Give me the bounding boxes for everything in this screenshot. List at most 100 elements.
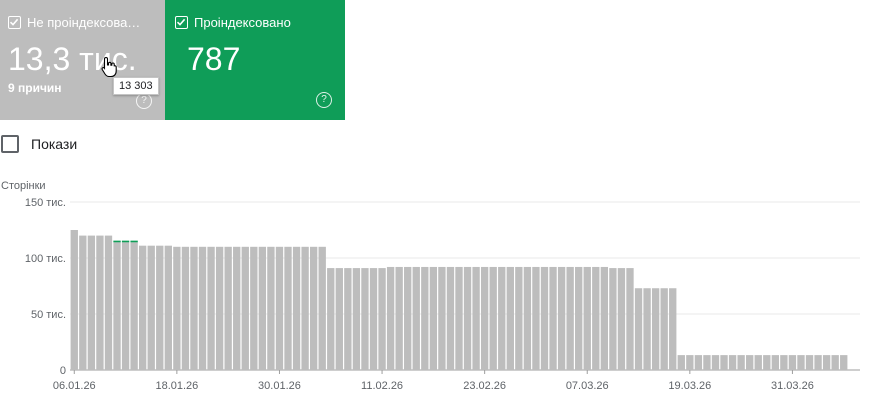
bar[interactable] bbox=[421, 266, 429, 370]
bar[interactable] bbox=[634, 288, 643, 370]
bar[interactable] bbox=[523, 266, 532, 370]
bar[interactable] bbox=[207, 246, 215, 370]
checkbox-checked-icon[interactable] bbox=[175, 16, 188, 29]
bar[interactable] bbox=[840, 355, 848, 370]
bar[interactable] bbox=[438, 266, 446, 370]
bar[interactable] bbox=[344, 268, 352, 370]
bar-indexed[interactable] bbox=[130, 240, 138, 243]
bar[interactable] bbox=[737, 355, 745, 370]
bar[interactable] bbox=[626, 268, 634, 370]
bar[interactable] bbox=[87, 235, 96, 370]
bar[interactable] bbox=[190, 246, 198, 370]
bar[interactable] bbox=[643, 288, 651, 370]
bar[interactable] bbox=[412, 266, 420, 370]
bar[interactable] bbox=[369, 268, 378, 370]
bar[interactable] bbox=[797, 355, 805, 370]
bar[interactable] bbox=[309, 246, 318, 370]
bar[interactable] bbox=[113, 242, 121, 370]
bar[interactable] bbox=[386, 266, 395, 370]
bar[interactable] bbox=[515, 266, 523, 370]
bar[interactable] bbox=[677, 355, 685, 370]
impressions-toggle[interactable]: Покази bbox=[1, 135, 77, 153]
bar[interactable] bbox=[156, 245, 164, 370]
bar[interactable] bbox=[746, 355, 754, 370]
bar[interactable] bbox=[788, 355, 797, 370]
bar[interactable] bbox=[506, 266, 514, 370]
bar[interactable] bbox=[96, 235, 104, 370]
bar[interactable] bbox=[822, 355, 831, 370]
bar[interactable] bbox=[198, 246, 207, 370]
bar[interactable] bbox=[233, 246, 241, 370]
bar[interactable] bbox=[284, 246, 292, 370]
bar[interactable] bbox=[275, 246, 284, 370]
bar[interactable] bbox=[480, 266, 489, 370]
bar[interactable] bbox=[79, 235, 87, 370]
impressions-checkbox[interactable] bbox=[1, 135, 19, 153]
bar[interactable] bbox=[250, 246, 258, 370]
bar[interactable] bbox=[489, 266, 497, 370]
bar[interactable] bbox=[472, 266, 480, 370]
bar[interactable] bbox=[583, 266, 591, 370]
bar[interactable] bbox=[215, 246, 224, 370]
bar[interactable] bbox=[549, 266, 557, 370]
bar[interactable] bbox=[669, 288, 677, 370]
bar[interactable] bbox=[318, 246, 326, 370]
bar[interactable] bbox=[352, 268, 361, 370]
bar[interactable] bbox=[711, 355, 720, 370]
bar[interactable] bbox=[446, 266, 455, 370]
bar-indexed[interactable] bbox=[121, 240, 130, 243]
bar[interactable] bbox=[532, 266, 540, 370]
bar-indexed[interactable] bbox=[113, 240, 121, 243]
bar[interactable] bbox=[660, 288, 668, 370]
bar[interactable] bbox=[686, 355, 694, 370]
bar[interactable] bbox=[780, 355, 788, 370]
bar[interactable] bbox=[70, 230, 78, 370]
bar[interactable] bbox=[267, 246, 275, 370]
bar[interactable] bbox=[121, 242, 130, 370]
checkbox-checked-icon[interactable] bbox=[8, 16, 21, 29]
bar[interactable] bbox=[139, 245, 147, 370]
bar[interactable] bbox=[361, 268, 369, 370]
bar[interactable] bbox=[617, 268, 626, 370]
bar[interactable] bbox=[130, 242, 138, 370]
bar[interactable] bbox=[429, 266, 438, 370]
bar[interactable] bbox=[805, 355, 814, 370]
bar[interactable] bbox=[814, 355, 822, 370]
bar[interactable] bbox=[592, 266, 600, 370]
bar[interactable] bbox=[455, 266, 463, 370]
bar[interactable] bbox=[754, 355, 762, 370]
bar[interactable] bbox=[395, 266, 403, 370]
bar[interactable] bbox=[241, 246, 249, 370]
bar[interactable] bbox=[831, 355, 839, 370]
bar[interactable] bbox=[763, 355, 771, 370]
bar[interactable] bbox=[378, 268, 386, 370]
bar[interactable] bbox=[540, 266, 549, 370]
help-icon[interactable]: ? bbox=[316, 92, 332, 108]
bar[interactable] bbox=[173, 246, 181, 370]
bar[interactable] bbox=[609, 268, 617, 370]
not-indexed-card[interactable]: Не проіндексова… 13,3 тис. 9 причин ? bbox=[0, 0, 165, 120]
bar[interactable] bbox=[463, 266, 472, 370]
bar[interactable] bbox=[694, 355, 703, 370]
bar[interactable] bbox=[147, 245, 155, 370]
help-icon[interactable]: ? bbox=[136, 93, 152, 109]
bar[interactable] bbox=[600, 266, 609, 370]
bar[interactable] bbox=[301, 246, 309, 370]
bar[interactable] bbox=[575, 266, 583, 370]
bar[interactable] bbox=[224, 246, 232, 370]
bar[interactable] bbox=[557, 266, 566, 370]
bar[interactable] bbox=[771, 355, 779, 370]
bar[interactable] bbox=[164, 245, 172, 370]
bar[interactable] bbox=[720, 355, 728, 370]
bar[interactable] bbox=[703, 355, 711, 370]
bar[interactable] bbox=[335, 268, 343, 370]
indexed-card[interactable]: Проіндексовано 787 ? bbox=[165, 0, 345, 120]
bar[interactable] bbox=[728, 355, 737, 370]
bar[interactable] bbox=[292, 246, 301, 370]
bar[interactable] bbox=[498, 266, 506, 370]
bar[interactable] bbox=[181, 246, 190, 370]
bar[interactable] bbox=[404, 266, 412, 370]
bar[interactable] bbox=[327, 268, 335, 370]
bar[interactable] bbox=[566, 266, 574, 370]
bar[interactable] bbox=[651, 288, 660, 370]
